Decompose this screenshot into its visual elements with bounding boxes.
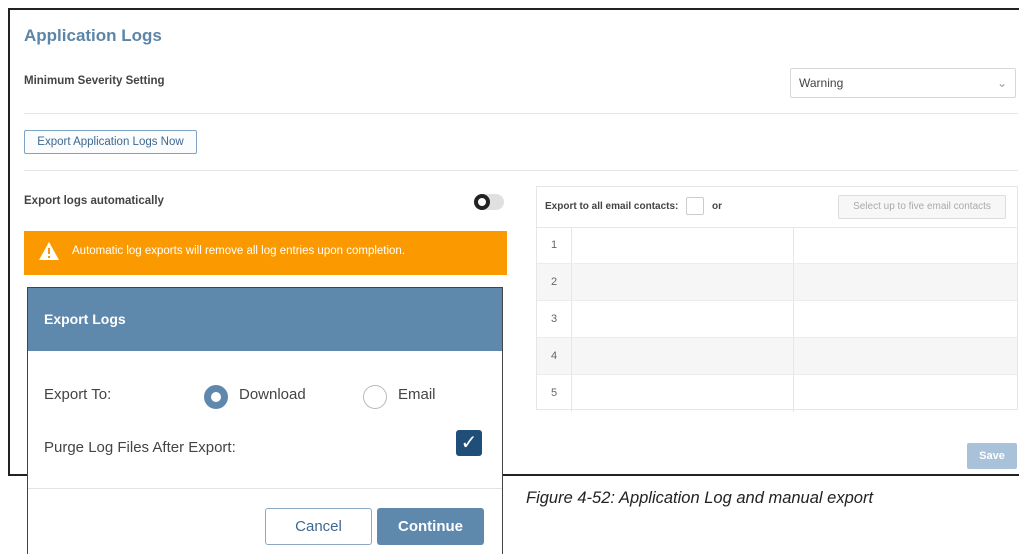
all-contacts-label: Export to all email contacts:	[545, 201, 679, 212]
cell-divider	[793, 227, 794, 263]
download-radio[interactable]	[204, 385, 228, 409]
email-contacts-table: Export to all email contacts: or Select …	[536, 186, 1018, 412]
export-to-label: Export To:	[44, 386, 112, 403]
divider	[24, 113, 1018, 114]
cell-divider	[793, 264, 794, 300]
dialog-divider	[28, 488, 502, 489]
dialog-header: Export Logs	[28, 288, 502, 351]
export-logs-now-button[interactable]: Export Application Logs Now	[24, 130, 197, 154]
all-contacts-checkbox[interactable]	[686, 197, 704, 215]
cell-divider	[793, 338, 794, 374]
auto-export-toggle[interactable]	[474, 194, 504, 210]
chevron-down-icon: ⌄	[996, 76, 1007, 90]
cell-divider	[793, 301, 794, 337]
figure-caption: Figure 4-52: Application Log and manual …	[526, 489, 874, 507]
warning-icon	[39, 242, 59, 260]
checkmark-icon: ✓	[460, 432, 478, 454]
continue-button[interactable]: Continue	[377, 508, 484, 545]
export-logs-dialog: Export Logs Export To: Download Email Pu…	[27, 287, 503, 554]
severity-value: Warning	[799, 76, 844, 90]
select-contacts-button[interactable]: Select up to five email contacts	[838, 195, 1006, 219]
warning-banner: Automatic log exports will remove all lo…	[24, 231, 507, 275]
table-row[interactable]: 3	[537, 301, 1017, 338]
cancel-button[interactable]: Cancel	[265, 508, 372, 545]
save-button[interactable]: Save	[967, 443, 1017, 469]
row-number: 2	[537, 264, 572, 300]
table-row[interactable]: 2	[537, 264, 1017, 301]
email-contacts-header: Export to all email contacts: or Select …	[537, 187, 1017, 228]
warning-text: Automatic log exports will remove all lo…	[72, 245, 406, 257]
purge-checkbox[interactable]: ✓	[456, 430, 482, 456]
purge-label: Purge Log Files After Export:	[44, 439, 236, 456]
email-radio[interactable]	[363, 385, 387, 409]
table-row[interactable]: 1	[537, 227, 1017, 264]
email-option-label[interactable]: Email	[398, 386, 436, 403]
table-row[interactable]: 5	[537, 375, 1017, 412]
row-number: 1	[537, 227, 572, 263]
row-number: 5	[537, 375, 572, 412]
page-title: Application Logs	[24, 26, 162, 45]
download-option-label[interactable]: Download	[239, 386, 306, 403]
row-number: 4	[537, 338, 572, 374]
row-number: 3	[537, 301, 572, 337]
toggle-knob	[474, 194, 490, 210]
dialog-title: Export Logs	[44, 311, 126, 327]
divider	[24, 170, 1018, 171]
table-row[interactable]: 4	[537, 338, 1017, 375]
cell-divider	[793, 375, 794, 412]
or-label: or	[712, 201, 722, 212]
auto-export-label: Export logs automatically	[24, 195, 164, 207]
severity-select[interactable]: Warning ⌄	[790, 68, 1016, 98]
severity-label: Minimum Severity Setting	[24, 75, 165, 87]
